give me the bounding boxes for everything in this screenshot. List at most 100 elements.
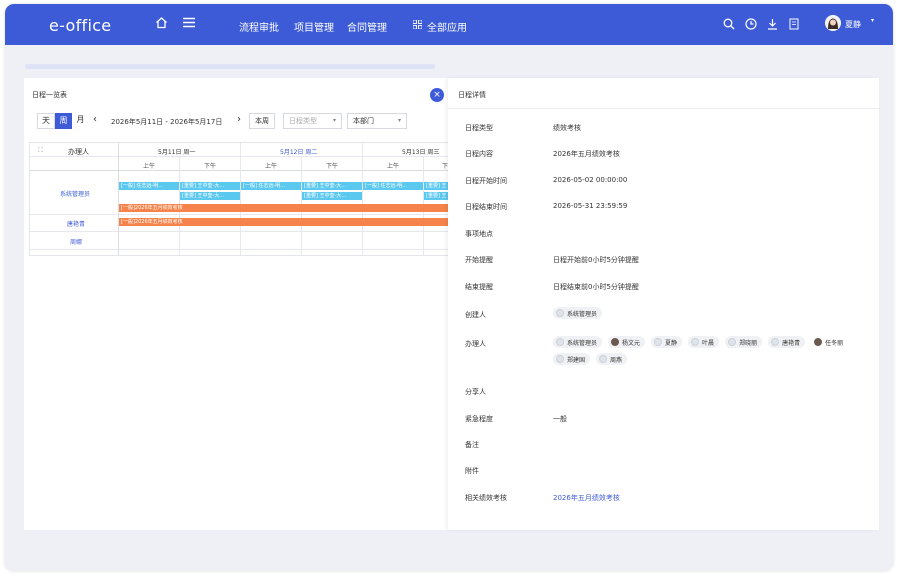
user-name[interactable]: 夏静 (845, 19, 861, 30)
avatar (556, 355, 564, 363)
user-avatar[interactable] (825, 15, 841, 31)
owner-link[interactable]: 周娜 (70, 237, 82, 246)
user-dropdown-icon[interactable]: ▾ (871, 17, 874, 24)
field-label: 日程结束时间 (465, 203, 507, 211)
schedule-type-select[interactable]: 日程类型 ▾ (283, 113, 342, 129)
user-tag[interactable]: 周燕 (596, 353, 628, 365)
avatar (556, 338, 564, 346)
calendar-event[interactable]: [重要] 王中奎-大... (180, 182, 240, 190)
menu-icon[interactable] (183, 17, 195, 30)
day-header-3[interactable]: 5月13日 周三 (402, 147, 439, 156)
app-window: e-office 流程审批 项目管理 合同管理 全部应用 夏静 ▾ 日程一览表 … (5, 4, 893, 571)
avatar (599, 355, 608, 363)
field-label: 结束提醒 (465, 283, 493, 291)
end-value: 2026-05-31 23:59:59 (553, 202, 628, 210)
user-tag[interactable]: 夏静 (651, 336, 683, 348)
calendar-event[interactable]: [重要] 王 (424, 182, 448, 190)
user-tag[interactable]: 任冬丽 (811, 336, 848, 348)
chevron-down-icon: ▾ (397, 117, 401, 124)
avatar (654, 338, 663, 346)
detail-divider (448, 108, 879, 109)
this-week-button[interactable]: 本周 (249, 113, 275, 129)
clock-icon[interactable] (745, 18, 757, 32)
field-label: 事项地点 (465, 230, 493, 238)
schedule-grid: ⛶ 办理人 5月11日 周一 5月12日 周二 5月13日 周三 上午 下午 上… (29, 142, 449, 256)
department-select[interactable]: 本部门 ▾ (347, 113, 407, 129)
download-icon[interactable] (767, 18, 778, 32)
am-label: 上午 (265, 163, 278, 170)
user-tag[interactable]: 系统管理员 (553, 336, 603, 348)
nav-project[interactable]: 项目管理 (294, 19, 334, 34)
pm-label: 下午 (326, 163, 339, 170)
tab-strip (25, 64, 435, 69)
owner-link[interactable]: 系统管理员 (60, 189, 90, 198)
start-remind-value: 日程开始前0小时5分钟提醒 (553, 256, 639, 264)
user-tag[interactable]: 系统管理员 (553, 307, 603, 319)
field-label: 办理人 (465, 340, 486, 348)
app-logo[interactable]: e-office (49, 16, 111, 35)
day-header-1[interactable]: 5月11日 周一 (158, 147, 195, 156)
content-value: 2026年五月绩效考核 (553, 150, 620, 158)
avatar (728, 338, 737, 346)
schedule-type-placeholder: 日程类型 (289, 117, 317, 125)
view-month-button[interactable]: 月 (72, 113, 89, 129)
view-week-button[interactable]: 周 (55, 113, 72, 129)
calendar-event[interactable]: [重要] 王中奎-大... (180, 192, 240, 200)
field-label: 相关绩效考核 (465, 494, 507, 502)
calendar-event[interactable]: [重要] 王 (424, 192, 448, 200)
urgency-value: 一般 (553, 415, 567, 423)
owner-link[interactable]: 唐艳青 (67, 219, 85, 228)
creator-tags: 系统管理员 (553, 307, 608, 324)
start-value: 2026-05-02 00:00:00 (553, 176, 628, 184)
related-link[interactable]: 2026年五月绩效考核 (553, 493, 620, 503)
field-label: 创建人 (465, 311, 486, 319)
field-label: 附件 (465, 467, 479, 475)
avatar (814, 338, 823, 346)
avatar (556, 309, 564, 317)
detail-title: 日程详情 (458, 91, 486, 99)
user-tag[interactable]: 杨文元 (608, 336, 646, 348)
nav-contract[interactable]: 合同管理 (347, 19, 387, 34)
home-icon[interactable] (155, 16, 168, 31)
next-week-icon[interactable]: › (237, 114, 241, 125)
department-value: 本部门 (353, 117, 374, 125)
calendar-event[interactable]: [重要] 王中奎-大... (302, 192, 362, 200)
prev-week-icon[interactable]: ‹ (93, 114, 97, 125)
nav-workflow[interactable]: 流程审批 (239, 19, 279, 34)
chevron-down-icon: ▾ (332, 117, 336, 124)
user-tag[interactable]: 唐艳青 (768, 336, 806, 348)
owner-header: 办理人 (68, 148, 89, 156)
am-label: 上午 (143, 163, 156, 170)
field-label: 开始提醒 (465, 256, 493, 264)
document-icon[interactable] (789, 18, 799, 32)
field-label: 分享人 (465, 388, 486, 396)
field-label: 日程类型 (465, 124, 493, 132)
calendar-event[interactable]: [一般] 任志远-明... (119, 182, 179, 190)
day-header-2[interactable]: 5月12日 周二 (280, 147, 317, 156)
user-tag[interactable]: 郑建国 (553, 353, 591, 365)
nav-all-apps[interactable]: 全部应用 (427, 19, 467, 34)
field-label: 紧急程度 (465, 415, 493, 423)
calendar-event[interactable]: [重要] 王中奎-大... (302, 182, 362, 190)
calendar-event[interactable]: [一般]2026年五月绩效考核 (119, 218, 448, 226)
avatar (771, 338, 780, 346)
expand-icon[interactable]: ⛶ (38, 146, 43, 155)
calendar-event[interactable]: [一般]2026年五月绩效考核 (119, 204, 448, 212)
field-label: 日程内容 (465, 150, 493, 158)
user-tag[interactable]: 郑晓丽 (725, 336, 763, 348)
view-day-button[interactable]: 天 (37, 113, 55, 129)
top-bar: e-office 流程审批 项目管理 合同管理 全部应用 夏静 ▾ (5, 4, 893, 45)
date-range: 2026年5月11日 - 2026年5月17日 (111, 118, 223, 126)
handler-tags: 系统管理员 杨文元 夏静 叶晨 郑晓丽 唐艳青 任冬丽 郑建国 周燕 (553, 336, 873, 370)
calendar-event[interactable]: [一般] 任志远-明... (363, 182, 423, 190)
calendar-event[interactable]: [一般] 任志远-明... (241, 182, 301, 190)
avatar (611, 338, 620, 346)
schedule-title: 日程一览表 (32, 91, 67, 99)
detail-panel: 日程详情 日程类型 绩效考核 日程内容 2026年五月绩效考核 日程开始时间 2… (448, 78, 879, 530)
type-value: 绩效考核 (553, 124, 581, 132)
apps-grid-icon[interactable] (412, 19, 423, 31)
user-tag[interactable]: 叶晨 (688, 336, 720, 348)
close-detail-button[interactable]: × (430, 88, 444, 102)
search-icon[interactable] (723, 18, 735, 32)
pm-label: 下午 (204, 163, 217, 170)
